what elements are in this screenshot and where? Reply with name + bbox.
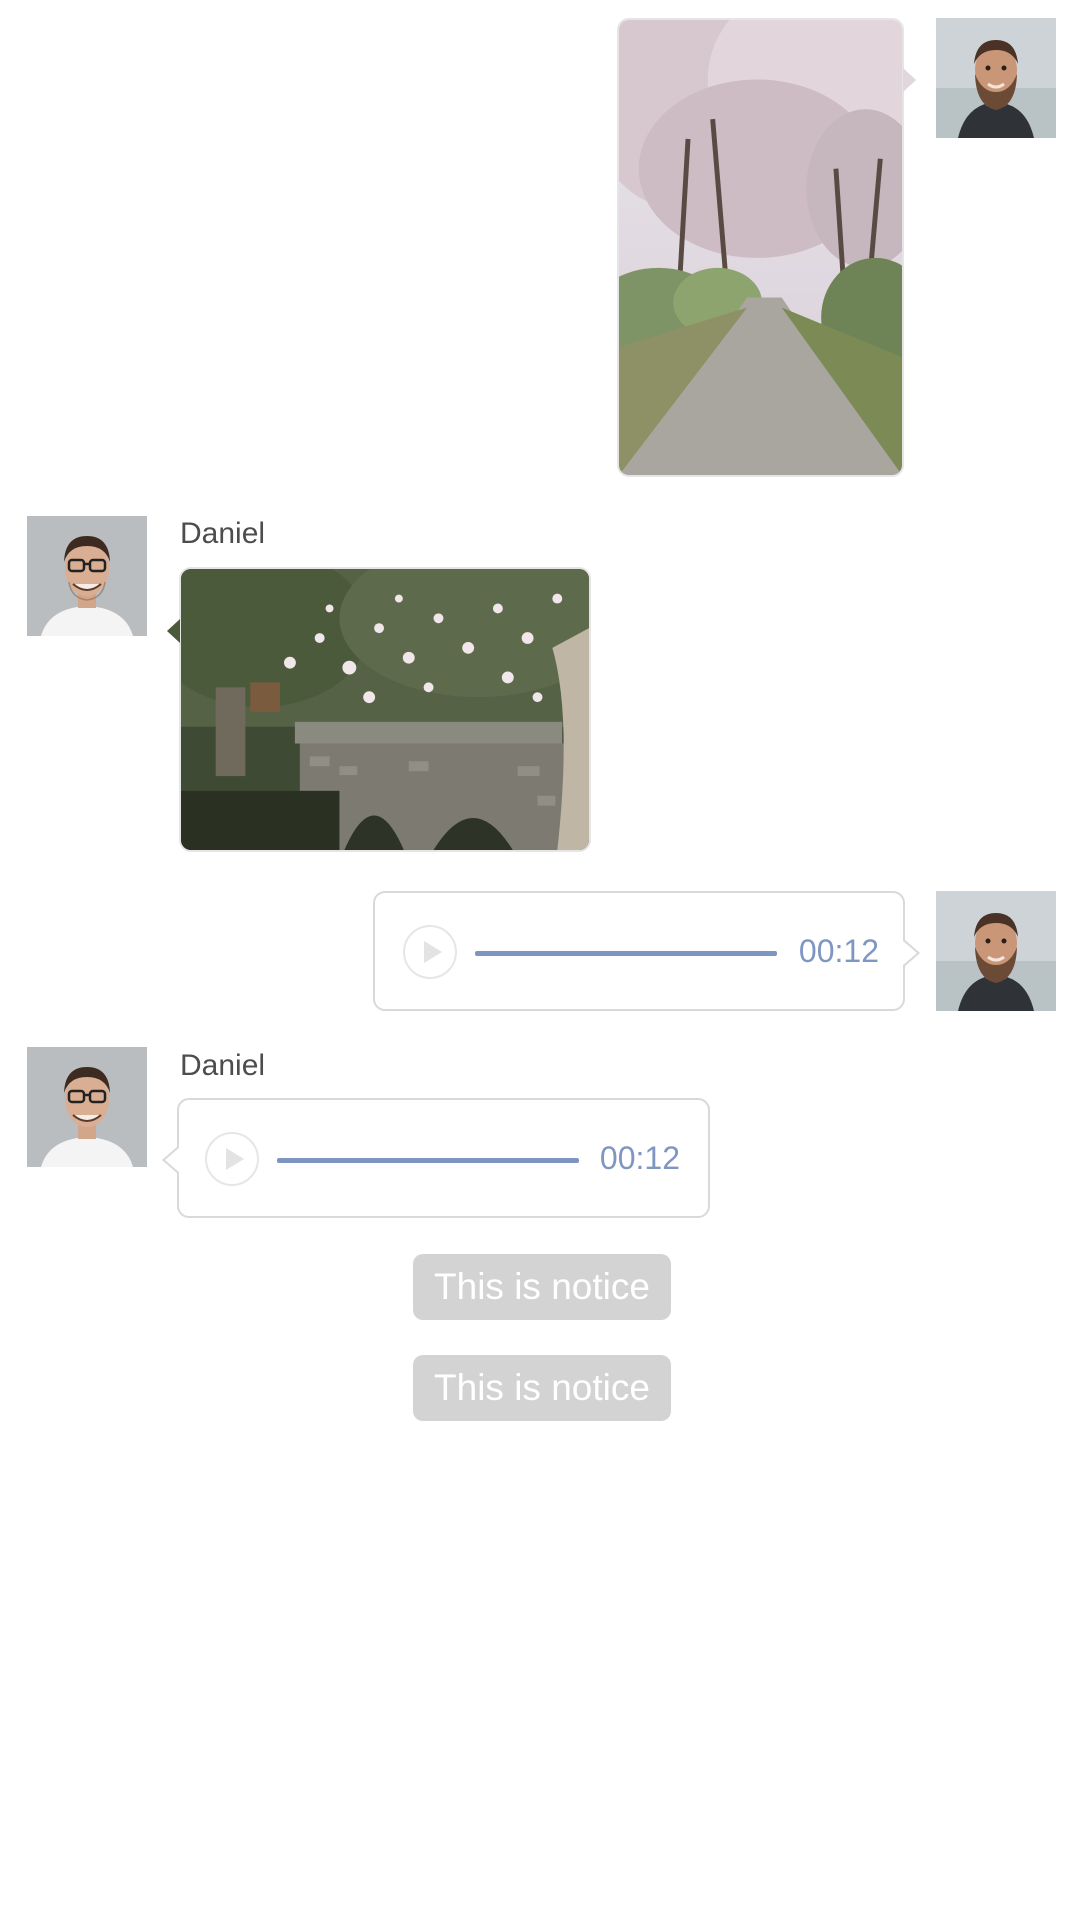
outgoing-voice-message[interactable]: 00:12 (373, 891, 920, 1011)
notice-message: This is notice (413, 1355, 671, 1421)
play-icon (424, 941, 442, 963)
incoming-image-message[interactable] (167, 567, 591, 852)
chat-screen: Daniel 00:12 Daniel 00:12 This is notice… (0, 0, 1080, 1920)
man-with-glasses-avatar[interactable] (27, 1047, 147, 1167)
voice-duration: 00:12 (599, 1140, 680, 1176)
incoming-voice-message[interactable]: 00:12 (162, 1098, 710, 1218)
notice-message: This is notice (413, 1254, 671, 1320)
voice-duration: 00:12 (798, 933, 879, 969)
bearded-man-avatar[interactable] (936, 891, 1056, 1011)
voice-progress-bar[interactable] (277, 1158, 579, 1163)
outgoing-image-message[interactable] (617, 18, 916, 477)
voice-progress-bar[interactable] (475, 951, 777, 956)
bubble-tail (903, 68, 916, 92)
sender-name: Daniel (180, 517, 266, 550)
sender-name: Daniel (180, 1049, 266, 1082)
bearded-man-avatar[interactable] (936, 18, 1056, 138)
cherry-blossom-path-photo (619, 20, 902, 475)
man-with-glasses-avatar[interactable] (27, 516, 147, 636)
bubble-tail (167, 619, 180, 643)
stone-bridge-blossom-photo (181, 569, 589, 850)
play-button[interactable] (205, 1132, 259, 1186)
play-icon (226, 1148, 244, 1170)
play-button[interactable] (403, 925, 457, 979)
